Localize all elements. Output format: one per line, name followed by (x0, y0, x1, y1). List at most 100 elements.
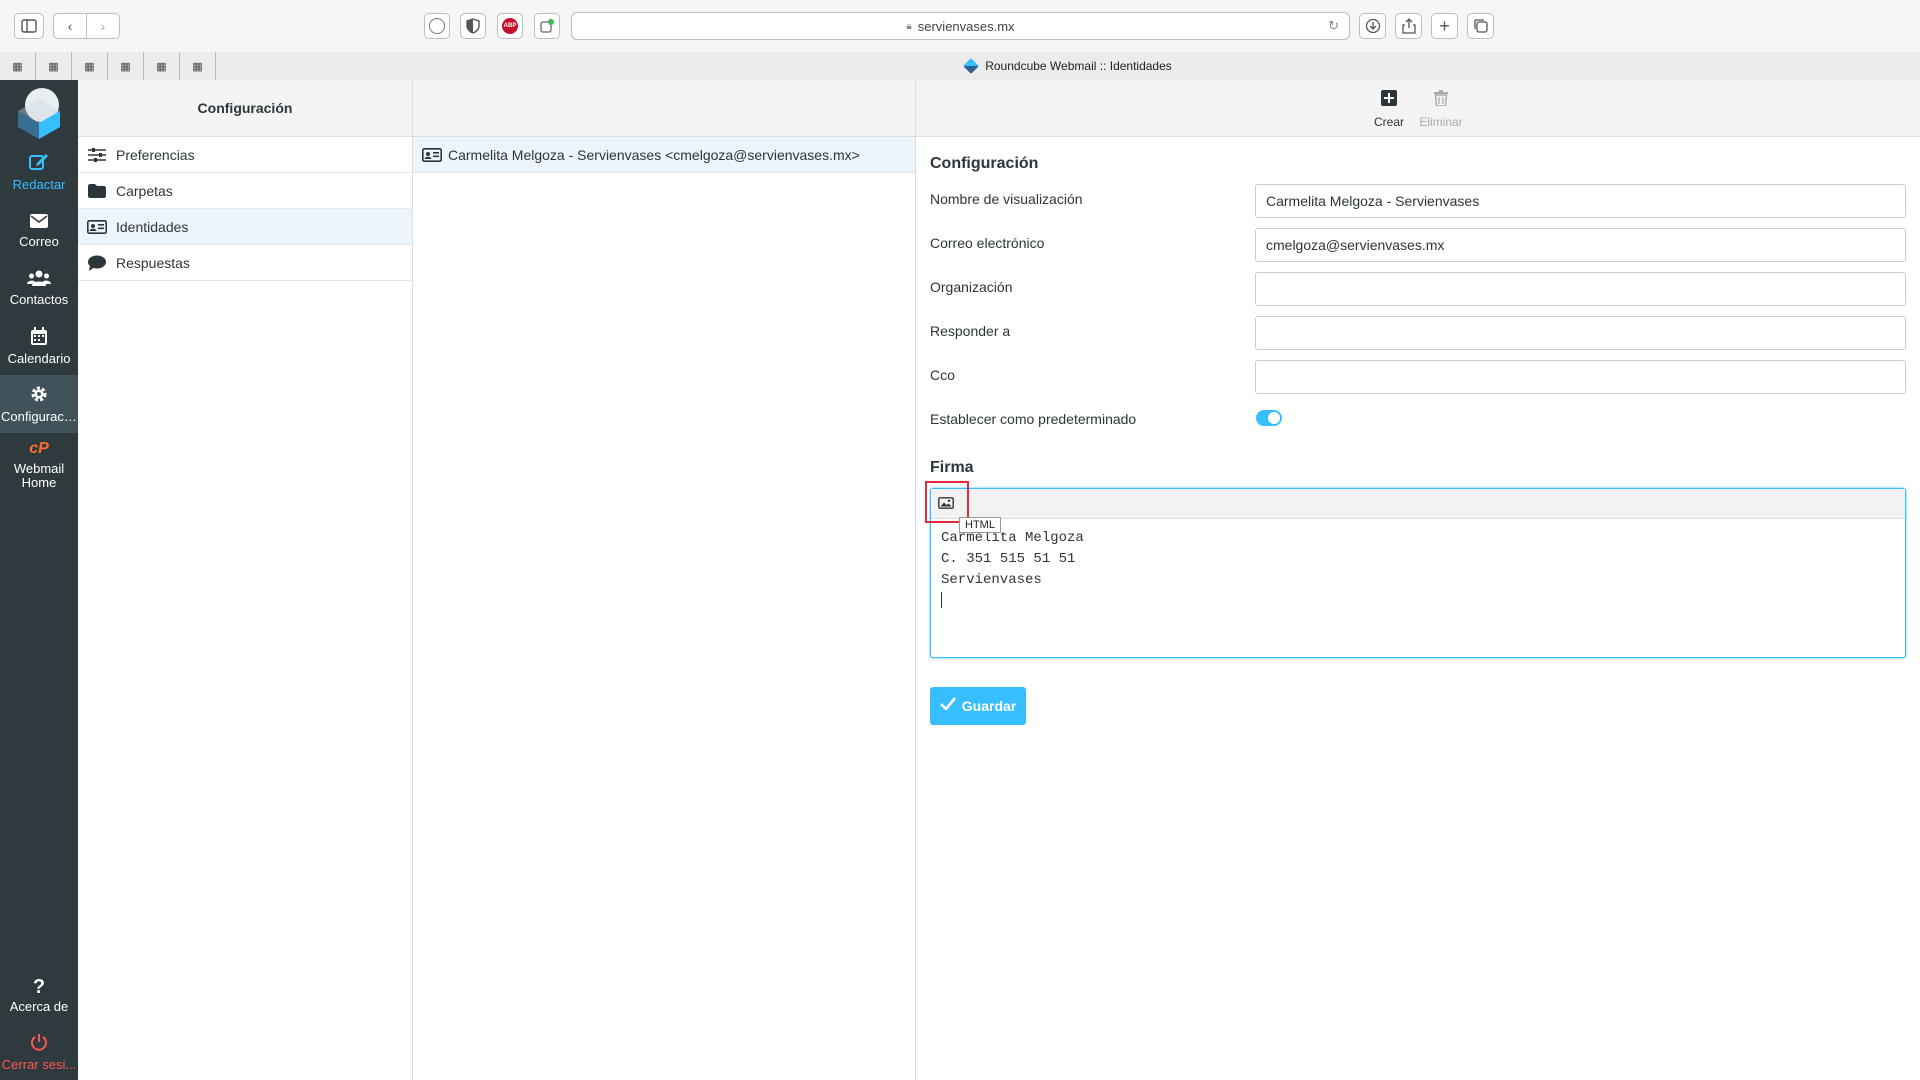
settings-item-label: Identidades (116, 218, 189, 235)
text-caret (941, 592, 942, 609)
delete-button-label: Eliminar (1419, 114, 1463, 129)
tab-overview-button[interactable] (1467, 13, 1494, 39)
nav-mail[interactable]: Correo (0, 201, 78, 259)
save-button-label: Guardar (961, 698, 1017, 714)
nav-calendar[interactable]: Calendario (0, 317, 78, 375)
save-button[interactable]: Guardar (930, 687, 1026, 725)
email-input[interactable] (1255, 228, 1906, 262)
nav-logout-label: Cerrar sesi... (1, 1057, 77, 1072)
tabs-icon (1473, 19, 1488, 33)
pinned-tab-3[interactable]: ▦ (72, 52, 108, 80)
pinned-tab-icon: ▦ (192, 60, 203, 73)
reload-icon[interactable]: ↻ (1328, 18, 1339, 34)
signature-line: Servienvases (941, 572, 1042, 588)
browser-toolbar: ‹ › ABP 🔒︎ servienvases.mx ↻ + (0, 0, 1920, 52)
users-icon (27, 270, 51, 290)
download-icon (1365, 18, 1380, 34)
nav-about[interactable]: ? Acerca de (0, 966, 78, 1024)
privacy-shield-button[interactable] (460, 13, 486, 39)
email-label: Correo electrónico (930, 235, 1045, 251)
folder-icon (87, 183, 107, 198)
bcc-input[interactable] (1255, 360, 1906, 394)
question-icon: ? (32, 975, 46, 998)
toggle-knob (1268, 412, 1280, 424)
settings-item-label: Preferencias (116, 146, 195, 163)
signature-text[interactable]: Carmelita Melgoza C. 351 515 51 51 Servien… (931, 519, 1905, 621)
calendar-icon (31, 326, 47, 349)
main-navigation: Redactar Correo Contactos Calendario Con… (0, 80, 78, 1080)
forward-button[interactable]: › (86, 13, 120, 39)
sidebar-toggle-button[interactable] (14, 13, 44, 39)
pinned-tab-icon: ▦ (48, 60, 59, 73)
sidebar-icon (21, 19, 37, 33)
identity-row[interactable]: Carmelita Melgoza - Servienvases <cmelgo… (413, 137, 915, 173)
tab-strip: ▦ ▦ ▦ ▦ ▦ ▦ Roundcube Webmail :: Identid… (0, 52, 1920, 80)
create-button-label: Crear (1373, 114, 1404, 129)
organization-input[interactable] (1255, 272, 1906, 306)
nav-logout[interactable]: Cerrar sesi... (0, 1023, 78, 1080)
adblock-button[interactable]: ABP (497, 13, 523, 39)
nav-webmail-home-label: Webmail Home (13, 461, 65, 490)
settings-section-title: Configuración (930, 155, 1039, 172)
new-tab-button[interactable]: + (1431, 13, 1458, 39)
pinned-tab-1[interactable]: ▦ (0, 52, 36, 80)
active-tab[interactable]: Roundcube Webmail :: Identidades (216, 52, 1920, 80)
pinned-tab-2[interactable]: ▦ (36, 52, 72, 80)
extension-button-4[interactable] (534, 13, 560, 39)
share-icon (1401, 18, 1416, 34)
signature-editor-toolbar (925, 481, 1905, 523)
pinned-tab-5[interactable]: ▦ (144, 52, 180, 80)
nav-contacts-label: Contactos (9, 292, 69, 307)
compose-icon (29, 153, 49, 175)
settings-item-label: Respuestas (116, 254, 190, 271)
id-card-icon (422, 147, 442, 162)
signature-line: Carmelita Melgoza (941, 530, 1084, 546)
signature-caret-line (941, 591, 1895, 612)
share-button[interactable] (1395, 13, 1422, 39)
downloads-button[interactable] (1359, 13, 1386, 39)
plus-square-icon (1381, 89, 1397, 111)
sliders-icon (87, 147, 107, 162)
adblock-icon: ABP (502, 18, 518, 34)
roundcube-favicon-icon (963, 58, 980, 74)
pinned-tab-icon: ▦ (12, 60, 23, 73)
default-identity-toggle[interactable] (1256, 410, 1282, 426)
address-bar[interactable]: 🔒︎ servienvases.mx ↻ (571, 12, 1350, 40)
create-button[interactable]: Crear (1362, 86, 1416, 132)
signature-editor[interactable]: Carmelita Melgoza C. 351 515 51 51 Servien… (925, 481, 1906, 658)
nav-webmail-home[interactable]: cP Webmail Home (0, 433, 78, 495)
nav-settings-label: Configuraci... (1, 409, 77, 424)
settings-item-identities[interactable]: Identidades (78, 209, 412, 245)
signature-line: C. 351 515 51 51 (941, 551, 1076, 567)
plus-icon: + (1439, 15, 1450, 36)
nav-compose[interactable]: Redactar (0, 143, 78, 201)
delete-button[interactable]: Eliminar (1414, 86, 1468, 132)
power-icon (30, 1033, 48, 1055)
nav-about-label: Acerca de (9, 999, 69, 1014)
tab-title: Roundcube Webmail :: Identidades (985, 59, 1172, 73)
settings-item-preferences[interactable]: Preferencias (78, 137, 412, 173)
pinned-tab-icon: ▦ (84, 60, 95, 73)
extension-button-1[interactable] (424, 13, 450, 39)
settings-sidebar: Configuración Preferencias Carpetas Iden… (78, 80, 413, 1080)
pinned-tab-4[interactable]: ▦ (108, 52, 144, 80)
url-text: servienvases.mx (917, 18, 1015, 34)
reply-to-input[interactable] (1255, 316, 1906, 350)
check-icon (939, 697, 956, 715)
display-name-input[interactable] (1255, 184, 1906, 218)
nav-settings[interactable]: Configuraci... (0, 375, 78, 433)
html-tooltip: HTML (959, 517, 1001, 533)
cpanel-icon: cP (29, 439, 49, 457)
content-toolbar: Crear Eliminar (916, 80, 1920, 137)
chevron-left-icon: ‹ (67, 18, 73, 34)
gear-icon (30, 385, 48, 407)
identities-list-header (413, 80, 915, 137)
reply-to-label: Responder a (930, 323, 1011, 339)
settings-item-responses[interactable]: Respuestas (78, 245, 412, 281)
back-button[interactable]: ‹ (53, 13, 87, 39)
pinned-tab-6[interactable]: ▦ (180, 52, 216, 80)
settings-item-folders[interactable]: Carpetas (78, 173, 412, 209)
nav-calendar-label: Calendario (7, 351, 71, 366)
nav-contacts[interactable]: Contactos (0, 259, 78, 317)
nav-compose-label: Redactar (12, 177, 66, 192)
